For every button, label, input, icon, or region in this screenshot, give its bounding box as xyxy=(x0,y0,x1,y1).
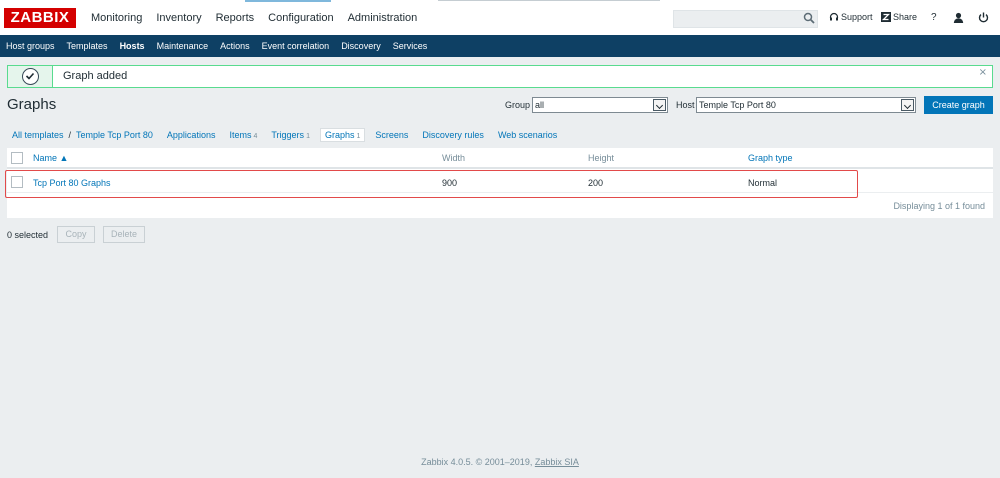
share-z-icon xyxy=(881,12,891,22)
subnav-actions[interactable]: Actions xyxy=(214,35,256,57)
share-label: Share xyxy=(893,12,918,22)
menu-monitoring[interactable]: Monitoring xyxy=(84,0,149,35)
menu-reports[interactable]: Reports xyxy=(209,0,262,35)
tab-label: Web scenarios xyxy=(497,130,558,140)
share-link[interactable]: Share xyxy=(881,12,917,22)
tab-label: Applications xyxy=(166,130,216,140)
tab-label: Triggers xyxy=(271,130,305,140)
host-select[interactable]: Temple Tcp Port 80 xyxy=(696,97,916,113)
header-divider xyxy=(438,0,660,1)
subnav-host-groups[interactable]: Host groups xyxy=(0,35,61,57)
search-input[interactable] xyxy=(673,10,818,28)
tab-triggers[interactable]: Triggers 1 xyxy=(271,130,310,140)
sub-navigation: Host groups Templates Hosts Maintenance … xyxy=(0,35,1000,57)
tab-label: Items xyxy=(229,130,252,140)
tab-label: Discovery rules xyxy=(422,130,484,140)
selected-count: 0 selected xyxy=(7,230,49,240)
breadcrumb-separator: / xyxy=(68,130,72,140)
tab-label: Screens xyxy=(375,130,409,140)
group-label: Group xyxy=(505,100,531,110)
close-icon[interactable]: × xyxy=(979,67,987,78)
host-select-value: Temple Tcp Port 80 xyxy=(699,100,776,110)
breadcrumb: All templates / Temple Tcp Port 80 Appli… xyxy=(12,128,557,142)
success-icon-box xyxy=(8,66,53,87)
subnav-templates[interactable]: Templates xyxy=(61,35,114,57)
headset-icon xyxy=(829,12,839,21)
row-highlight-annotation xyxy=(5,170,858,198)
group-select-value: all xyxy=(535,100,545,110)
success-message: Graph added × xyxy=(7,65,993,88)
host-label: Host xyxy=(676,100,695,110)
subnav-maintenance[interactable]: Maintenance xyxy=(151,35,215,57)
breadcrumb-host[interactable]: Temple Tcp Port 80 xyxy=(76,130,153,140)
column-height: Height xyxy=(588,153,615,163)
tab-count: 1 xyxy=(306,133,310,140)
select-all-checkbox[interactable] xyxy=(11,152,23,164)
footer-link[interactable]: Zabbix SIA xyxy=(535,457,579,467)
copy-button[interactable]: Copy xyxy=(57,226,95,243)
footer-text: Zabbix 4.0.5. © 2001–2019, xyxy=(421,457,533,467)
message-text: Graph added xyxy=(63,70,128,82)
table-header: Name ▲ Width Height Graph type xyxy=(7,148,993,169)
main-navigation: Monitoring Inventory Reports Configurati… xyxy=(84,0,424,35)
tab-label: Graphs xyxy=(324,130,355,140)
tab-items[interactable]: Items 4 xyxy=(229,130,257,140)
column-graph-type[interactable]: Graph type xyxy=(748,153,793,163)
top-header: ZABBIX Monitoring Inventory Reports Conf… xyxy=(0,0,1000,35)
displaying-count: Displaying 1 of 1 found xyxy=(893,201,985,211)
breadcrumb-all-templates[interactable]: All templates xyxy=(12,130,64,140)
subnav-event-correlation[interactable]: Event correlation xyxy=(256,35,336,57)
subnav-services[interactable]: Services xyxy=(387,35,434,57)
chevron-down-icon xyxy=(901,99,914,111)
tab-count: 4 xyxy=(253,133,258,140)
tab-graphs[interactable]: Graphs 1 xyxy=(319,128,366,142)
check-circle-icon xyxy=(22,68,39,85)
column-width: Width xyxy=(442,153,466,163)
subnav-discovery[interactable]: Discovery xyxy=(335,35,387,57)
subnav-hosts[interactable]: Hosts xyxy=(114,35,151,57)
menu-configuration[interactable]: Configuration xyxy=(261,0,340,35)
search-icon[interactable] xyxy=(803,12,815,24)
support-link[interactable]: Support xyxy=(829,12,873,22)
page-title: Graphs xyxy=(7,96,57,113)
help-button[interactable]: ? xyxy=(931,12,937,23)
menu-administration[interactable]: Administration xyxy=(341,0,425,35)
tab-discovery-rules[interactable]: Discovery rules xyxy=(422,130,484,140)
delete-button[interactable]: Delete xyxy=(103,226,145,243)
tab-count: 1 xyxy=(356,133,361,140)
user-profile-icon[interactable] xyxy=(953,12,964,23)
support-label: Support xyxy=(841,12,873,22)
create-graph-button[interactable]: Create graph xyxy=(924,96,993,114)
tab-web-scenarios[interactable]: Web scenarios xyxy=(498,130,557,140)
zabbix-logo[interactable]: ZABBIX xyxy=(4,8,76,28)
sign-out-icon[interactable] xyxy=(978,12,989,23)
chevron-down-icon xyxy=(653,99,666,111)
group-select[interactable]: all xyxy=(532,97,668,113)
tab-screens[interactable]: Screens xyxy=(375,130,408,140)
tab-applications[interactable]: Applications xyxy=(167,130,216,140)
page-footer: Zabbix 4.0.5. © 2001–2019, Zabbix SIA xyxy=(0,457,1000,467)
column-name[interactable]: Name ▲ xyxy=(33,153,68,163)
menu-inventory[interactable]: Inventory xyxy=(149,0,208,35)
help-label: ? xyxy=(931,12,937,23)
